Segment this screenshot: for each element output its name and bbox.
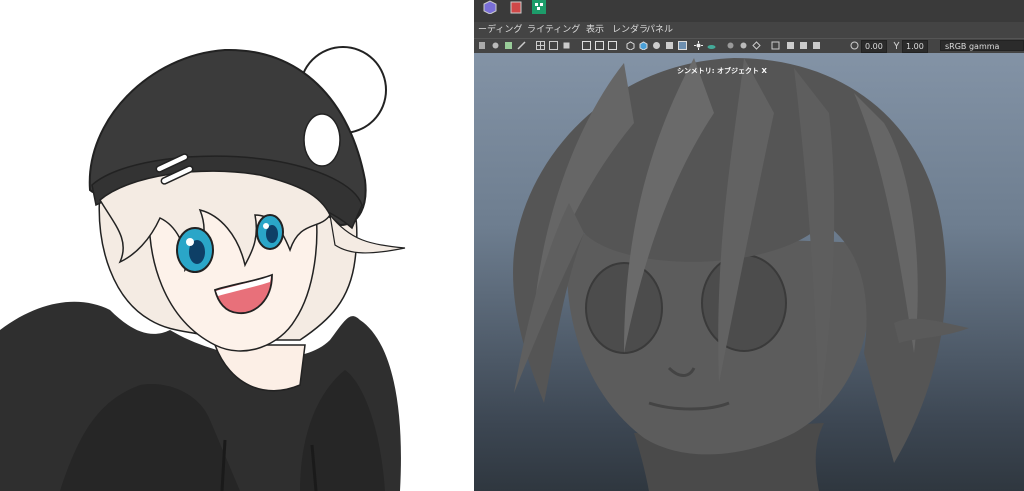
film-gate-icon[interactable] <box>549 41 558 50</box>
illustration-panel <box>0 0 474 491</box>
menu-show[interactable]: 表示 <box>586 22 604 38</box>
gamma-icon[interactable] <box>892 41 901 50</box>
xray-active-icon[interactable] <box>799 41 808 50</box>
exposure-field[interactable]: 0.00 <box>861 40 887 53</box>
eye-right-highlight <box>263 223 269 229</box>
wireframe-icon[interactable] <box>582 41 591 50</box>
eye-left-highlight <box>186 238 194 246</box>
model-eye-left <box>585 262 663 354</box>
screen-space-ao-icon[interactable] <box>726 41 735 50</box>
multisample-icon[interactable] <box>752 41 761 50</box>
select-camera-icon[interactable] <box>478 41 487 50</box>
3d-viewport[interactable]: シンメトリ: オブジェクト X <box>474 53 1024 491</box>
beanie-patch <box>303 113 341 167</box>
checker-icon[interactable] <box>531 0 547 14</box>
image-plane-icon[interactable] <box>517 41 526 50</box>
xray-joints-icon[interactable] <box>786 41 795 50</box>
sculpted-head-model <box>513 58 969 491</box>
wireframe-mode-icon[interactable] <box>626 41 635 50</box>
exposure-icon[interactable] <box>850 41 859 50</box>
shelf-bar <box>474 0 1024 23</box>
safe-title-icon[interactable] <box>608 41 617 50</box>
model-eye-right <box>701 254 787 352</box>
grid-icon[interactable] <box>536 41 545 50</box>
resolution-gate-icon[interactable] <box>562 41 571 50</box>
menu-shading[interactable]: ーディング <box>478 22 522 38</box>
gamma-field[interactable]: 1.00 <box>902 40 928 53</box>
light-icon[interactable] <box>694 41 703 50</box>
xray-icon[interactable] <box>678 41 687 50</box>
menu-panels[interactable]: パネル <box>646 22 673 38</box>
cylinder-icon[interactable] <box>508 0 524 14</box>
viewport-menubar: ーディング ライティング 表示 レンダラ パネル <box>474 22 1024 38</box>
shaded-icon[interactable] <box>639 41 648 50</box>
anime-character-illustration <box>0 46 406 491</box>
menu-renderer[interactable]: レンダラ <box>612 22 648 38</box>
color-space-dropdown[interactable]: sRGB gamma <box>940 40 1024 51</box>
menu-lighting[interactable]: ライティング <box>527 22 580 38</box>
camera-icon[interactable] <box>491 41 500 50</box>
viewport-toolbar: 0.00 1.00 sRGB gamma <box>474 38 1024 53</box>
textured-icon[interactable] <box>652 41 661 50</box>
bookmark-icon[interactable] <box>504 41 513 50</box>
motion-blur-icon[interactable] <box>739 41 748 50</box>
cube-icon[interactable] <box>482 0 498 14</box>
isolate-select-icon[interactable] <box>771 41 780 50</box>
wire-on-shaded-icon[interactable] <box>665 41 674 50</box>
camera-label: シンメトリ: オブジェクト X <box>677 67 767 75</box>
safe-action-icon[interactable] <box>595 41 604 50</box>
shadows-icon[interactable] <box>707 41 716 50</box>
maya-window: ーディング ライティング 表示 レンダラ パネル 0.00 1.00 sRGB … <box>474 0 1024 491</box>
backface-icon[interactable] <box>812 41 821 50</box>
